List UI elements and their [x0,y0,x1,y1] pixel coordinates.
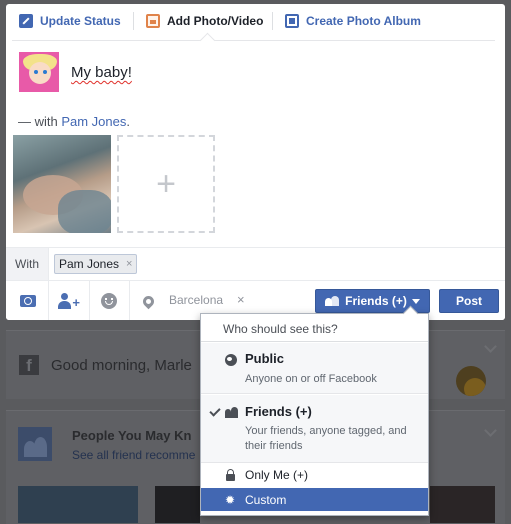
smiley-icon [101,293,117,309]
tab-add-photo-video[interactable]: Add Photo/Video [146,4,263,38]
tagged-with-line: — with Pam Jones. [18,114,130,129]
pymk-see-all-link[interactable]: See all friend recomme [72,448,195,462]
checkmark-icon [209,405,221,417]
tab-label: Add Photo/Video [167,14,264,28]
pymk-title: People You May Kn [72,428,192,443]
composer-tabs: Update Status Add Photo/Video Create Pho… [6,4,505,40]
suggested-person-photo[interactable] [155,486,200,523]
with-label: With [6,248,49,280]
friends-icon [225,407,239,418]
option-description: Anyone on or off Facebook [245,373,377,385]
audience-menu: Who should see this? Public Anyone on or… [200,305,429,516]
photo-icon [146,14,160,28]
album-icon [285,14,299,28]
audience-menu-header: Who should see this? [201,314,428,342]
caret-down-icon [411,298,420,304]
audience-option-friends[interactable]: Friends (+) Your friends, anyone tagged,… [201,395,428,463]
tab-update-status[interactable]: Update Status [19,4,121,38]
lock-icon [226,469,235,481]
location-pin-icon [140,293,156,309]
gear-icon: ✹ [225,493,236,507]
with-prefix: — with [18,114,62,129]
remove-location-icon[interactable]: × [237,292,245,307]
option-description: Your friends, anyone tagged, and their f… [245,425,407,452]
plus-icon: + [156,164,176,203]
friends-icon [325,296,340,306]
weather-sun-icon [456,366,486,396]
suggested-person-photo[interactable] [430,486,495,523]
post-button[interactable]: Post [439,289,499,313]
tab-divider [133,12,134,30]
option-title: Only Me (+) [245,468,309,482]
add-friend-icon: + [58,293,80,309]
add-photo-button[interactable]: + [117,135,215,233]
user-avatar[interactable] [19,52,59,92]
with-suffix: . [126,114,131,129]
tagged-person-link[interactable]: Pam Jones [61,114,126,129]
post-text-input[interactable]: My baby! [71,64,132,81]
tag-friends-action[interactable]: + [49,281,89,320]
tab-label: Create Photo Album [306,14,421,28]
audience-label: Friends (+) [345,294,407,308]
option-title: Public [245,351,285,366]
globe-icon [225,354,237,366]
post-composer: Update Status Add Photo/Video Create Pho… [6,4,505,320]
audience-option-only-me[interactable]: Only Me (+) [201,464,428,487]
camera-icon [20,295,36,307]
feeling-action[interactable] [89,281,129,320]
post-text: My baby! [71,64,132,81]
tag-chip: Pam Jones × [54,254,138,274]
remove-tag-icon[interactable]: × [126,255,132,273]
location-value[interactable]: Barcelona [169,293,223,307]
suggested-person-photo[interactable] [18,486,138,523]
people-icon [18,427,52,461]
check-in-action[interactable] [128,281,168,320]
add-photo-action[interactable] [8,281,48,320]
tab-create-photo-album[interactable]: Create Photo Album [285,4,421,38]
tag-friends-bar: With Pam Jones × [6,247,505,280]
option-title: Friends (+) [245,404,312,419]
audience-option-custom[interactable]: ✹ Custom [201,488,428,511]
attached-photo-thumbnail[interactable] [13,135,111,233]
tag-chip-label: Pam Jones [59,257,120,271]
tab-divider [272,12,273,30]
option-title: Custom [245,493,287,507]
greeting-text: Good morning, Marle [51,357,192,374]
audience-option-public[interactable]: Public Anyone on or off Facebook [201,343,428,394]
tab-label: Update Status [40,14,121,28]
pencil-icon [19,14,33,28]
tabs-divider [12,40,495,41]
facebook-logo-icon: f [19,355,39,375]
